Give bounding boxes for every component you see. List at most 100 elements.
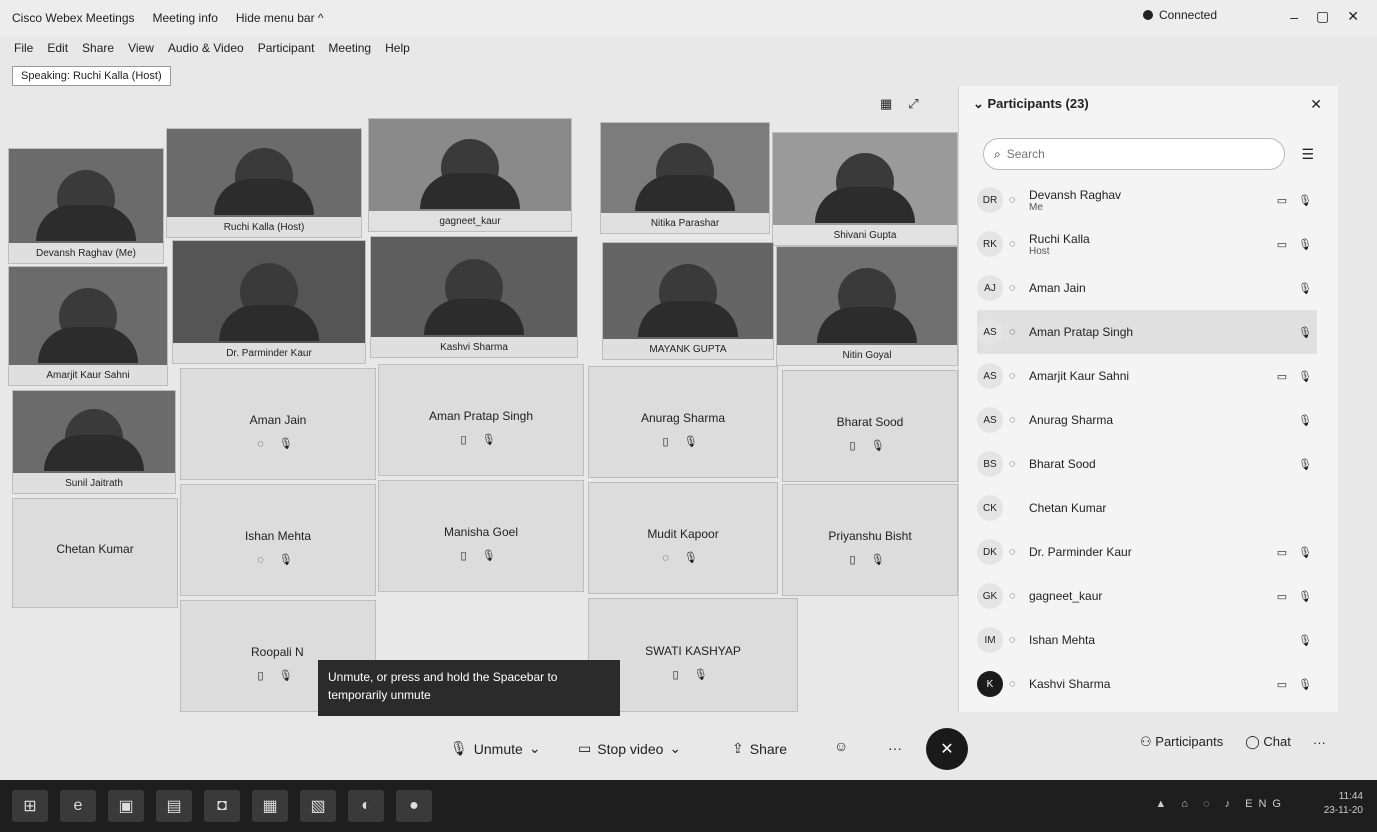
folder-icon[interactable]: ▤ xyxy=(156,790,192,822)
mic-on-icon[interactable]: 🎙 xyxy=(1293,238,1317,251)
hide-menu-bar-button[interactable]: Hide menu bar ^ xyxy=(236,11,324,25)
audio-tile[interactable]: Chetan Kumar xyxy=(12,498,178,608)
audio-tile[interactable]: Bharat Sood ▯ 🎙 xyxy=(782,370,958,482)
participant-row[interactable]: K ◌ Kashvi Sharma ▭ 🎙 xyxy=(977,662,1317,706)
video-tile[interactable]: Sunil Jaitrath xyxy=(12,390,176,494)
camera-icon: ▭ xyxy=(578,740,592,756)
video-on-icon: ▭ xyxy=(1276,194,1288,207)
whatsapp-icon[interactable]: ◐ xyxy=(348,790,384,822)
video-tile[interactable]: Kashvi Sharma xyxy=(370,236,578,358)
start-icon[interactable]: ⊞ xyxy=(12,790,48,822)
connection-type-icon: ◌ xyxy=(1009,458,1016,470)
tile-label: Devansh Raghav (Me) xyxy=(9,243,163,263)
menu-share[interactable]: Share xyxy=(82,41,114,55)
participant-name-text: Aman Pratap Singh xyxy=(1029,325,1134,339)
video-tile[interactable]: Nitika Parashar xyxy=(600,122,770,234)
search-field[interactable]: ⌕ xyxy=(983,138,1285,170)
mic-muted-icon[interactable]: 🎙 xyxy=(1293,326,1317,339)
chevron-down-icon[interactable]: ⌄ xyxy=(669,740,681,757)
mic-muted-icon[interactable]: 🎙 xyxy=(1293,194,1317,207)
audio-tile[interactable]: Aman Pratap Singh ▯ 🎙 xyxy=(378,364,584,476)
mic-muted-icon[interactable]: 🎙 xyxy=(1293,414,1317,427)
participant-row[interactable]: RK ◌ Ruchi Kalla Host ▭ 🎙 xyxy=(977,222,1317,266)
end-meeting-button[interactable]: ✕ xyxy=(926,728,968,770)
close-window-button[interactable]: ✕ xyxy=(1347,8,1359,25)
connection-type-icon: ◌ xyxy=(1009,590,1016,602)
store-icon[interactable]: ◘ xyxy=(204,790,240,822)
participant-row[interactable]: BS ◌ Bharat Sood 🎙 xyxy=(977,442,1317,486)
audio-tile[interactable]: Anurag Sharma ▯ 🎙 xyxy=(588,366,778,478)
reactions-button[interactable]: ☺ xyxy=(834,738,848,754)
participant-row[interactable]: AS ◌ Aman Pratap Singh 🎙 xyxy=(977,310,1317,354)
powerpoint-icon[interactable]: ▧ xyxy=(300,790,336,822)
participant-row[interactable]: AS ◌ Amarjit Kaur Sahni ▭ 🎙 xyxy=(977,354,1317,398)
audio-tile[interactable]: Mudit Kapoor ◌ 🎙 xyxy=(588,482,778,594)
mic-muted-icon[interactable]: 🎙 xyxy=(1293,458,1317,471)
participant-row[interactable]: DR ◌ Devansh Raghav Me ▭ 🎙 xyxy=(977,178,1317,222)
participant-row[interactable]: AJ ◌ Aman Jain 🎙 xyxy=(977,266,1317,310)
more-panels-button[interactable]: ··· xyxy=(1313,735,1326,750)
browser-icon[interactable]: e xyxy=(60,790,96,822)
participant-name-text: Amarjit Kaur Sahni xyxy=(1029,369,1130,383)
chevron-down-icon[interactable]: ⌄ xyxy=(529,740,541,757)
audio-tile[interactable]: Ishan Mehta ◌ 🎙 xyxy=(180,484,376,596)
sort-icon[interactable]: ☰ xyxy=(1301,146,1314,163)
person-icon: ⚇ xyxy=(1140,734,1152,749)
mic-muted-icon[interactable]: 🎙 xyxy=(1293,546,1317,559)
participant-row[interactable]: GK ◌ gagneet_kaur ▭ 🎙 xyxy=(977,574,1317,618)
more-options-button[interactable]: ··· xyxy=(888,740,902,756)
fullscreen-icon[interactable]: ⤢ xyxy=(908,96,918,112)
participant-row[interactable]: DK ◌ Dr. Parminder Kaur ▭ 🎙 xyxy=(977,530,1317,574)
mic-muted-icon[interactable]: 🎙 xyxy=(1293,590,1317,603)
stop-video-button[interactable]: ▭ Stop video ⌄ xyxy=(578,740,681,757)
video-tile[interactable]: Amarjit Kaur Sahni xyxy=(8,266,168,386)
audio-tile[interactable]: Manisha Goel ▯ 🎙 xyxy=(378,480,584,592)
participant-row[interactable]: IM ◌ Ishan Mehta 🎙 xyxy=(977,618,1317,662)
video-tile[interactable]: Shivani Gupta xyxy=(772,132,958,246)
menu-meeting[interactable]: Meeting xyxy=(328,41,371,55)
menu-participant[interactable]: Participant xyxy=(258,41,315,55)
share-button[interactable]: ⇪ Share xyxy=(732,740,787,757)
participant-row[interactable]: CK Chetan Kumar xyxy=(977,486,1317,530)
video-on-icon: ▭ xyxy=(1276,370,1288,383)
mic-muted-icon[interactable]: 🎙 xyxy=(1293,370,1317,383)
connection-status[interactable]: Connected xyxy=(1142,8,1217,22)
panel-title[interactable]: ⌄ Participants (23) xyxy=(973,96,1089,112)
webex-window: Cisco Webex Meetings Meeting info Hide m… xyxy=(0,0,1377,832)
audio-tile[interactable]: Priyanshu Bisht ▯ 🎙 xyxy=(782,484,958,596)
meeting-info-button[interactable]: Meeting info xyxy=(153,11,218,25)
menu-help[interactable]: Help xyxy=(385,41,410,55)
clock[interactable]: 11:44 23-11-20 xyxy=(1324,790,1363,818)
video-tile[interactable]: Dr. Parminder Kaur xyxy=(172,240,366,364)
participant-name: Kashvi Sharma xyxy=(1029,677,1271,691)
search-input[interactable] xyxy=(1006,147,1247,161)
restore-button[interactable]: ▢ xyxy=(1316,8,1329,25)
chat-button[interactable]: ◯ Chat xyxy=(1245,734,1291,750)
menu-edit[interactable]: Edit xyxy=(47,41,68,55)
video-tile[interactable]: Nitin Goyal xyxy=(776,246,958,366)
mic-muted-icon[interactable]: 🎙 xyxy=(1293,678,1317,691)
participant-row[interactable]: AS ◌ Anurag Sharma 🎙 xyxy=(977,398,1317,442)
webex-icon[interactable]: ● xyxy=(396,790,432,822)
video-tile[interactable]: MAYANK GUPTA xyxy=(602,242,774,360)
video-tile[interactable]: Ruchi Kalla (Host) xyxy=(166,128,362,238)
mic-muted-icon[interactable]: 🎙 xyxy=(1293,282,1317,295)
menu-view[interactable]: View xyxy=(128,41,154,55)
system-tray-icons[interactable]: ▲ ⌂ ◌ ♪ ENG xyxy=(1155,798,1287,810)
mic-muted-icon[interactable]: 🎙 xyxy=(1293,634,1317,647)
avatar: K xyxy=(977,671,1003,697)
app-icon[interactable]: ▣ xyxy=(108,790,144,822)
word-icon[interactable]: ▦ xyxy=(252,790,288,822)
minimize-button[interactable]: – xyxy=(1290,9,1298,25)
video-tile[interactable]: Devansh Raghav (Me) xyxy=(8,148,164,264)
unmute-button[interactable]: 🎙 Unmute ⌄ xyxy=(450,740,541,757)
audio-tile[interactable]: Aman Jain ◌ 🎙 xyxy=(180,368,376,480)
grid-view-icon[interactable]: ▦ xyxy=(880,96,892,112)
menu-audio-video[interactable]: Audio & Video xyxy=(168,41,244,55)
close-icon[interactable]: ✕ xyxy=(1310,96,1322,113)
participants-button[interactable]: ⚇ Participants xyxy=(1140,734,1223,750)
menu-file[interactable]: File xyxy=(14,41,33,55)
video-tile[interactable]: gagneet_kaur xyxy=(368,118,572,232)
participant-name: Anurag Sharma xyxy=(1029,413,1271,427)
participant-role: Me xyxy=(1029,201,1043,213)
